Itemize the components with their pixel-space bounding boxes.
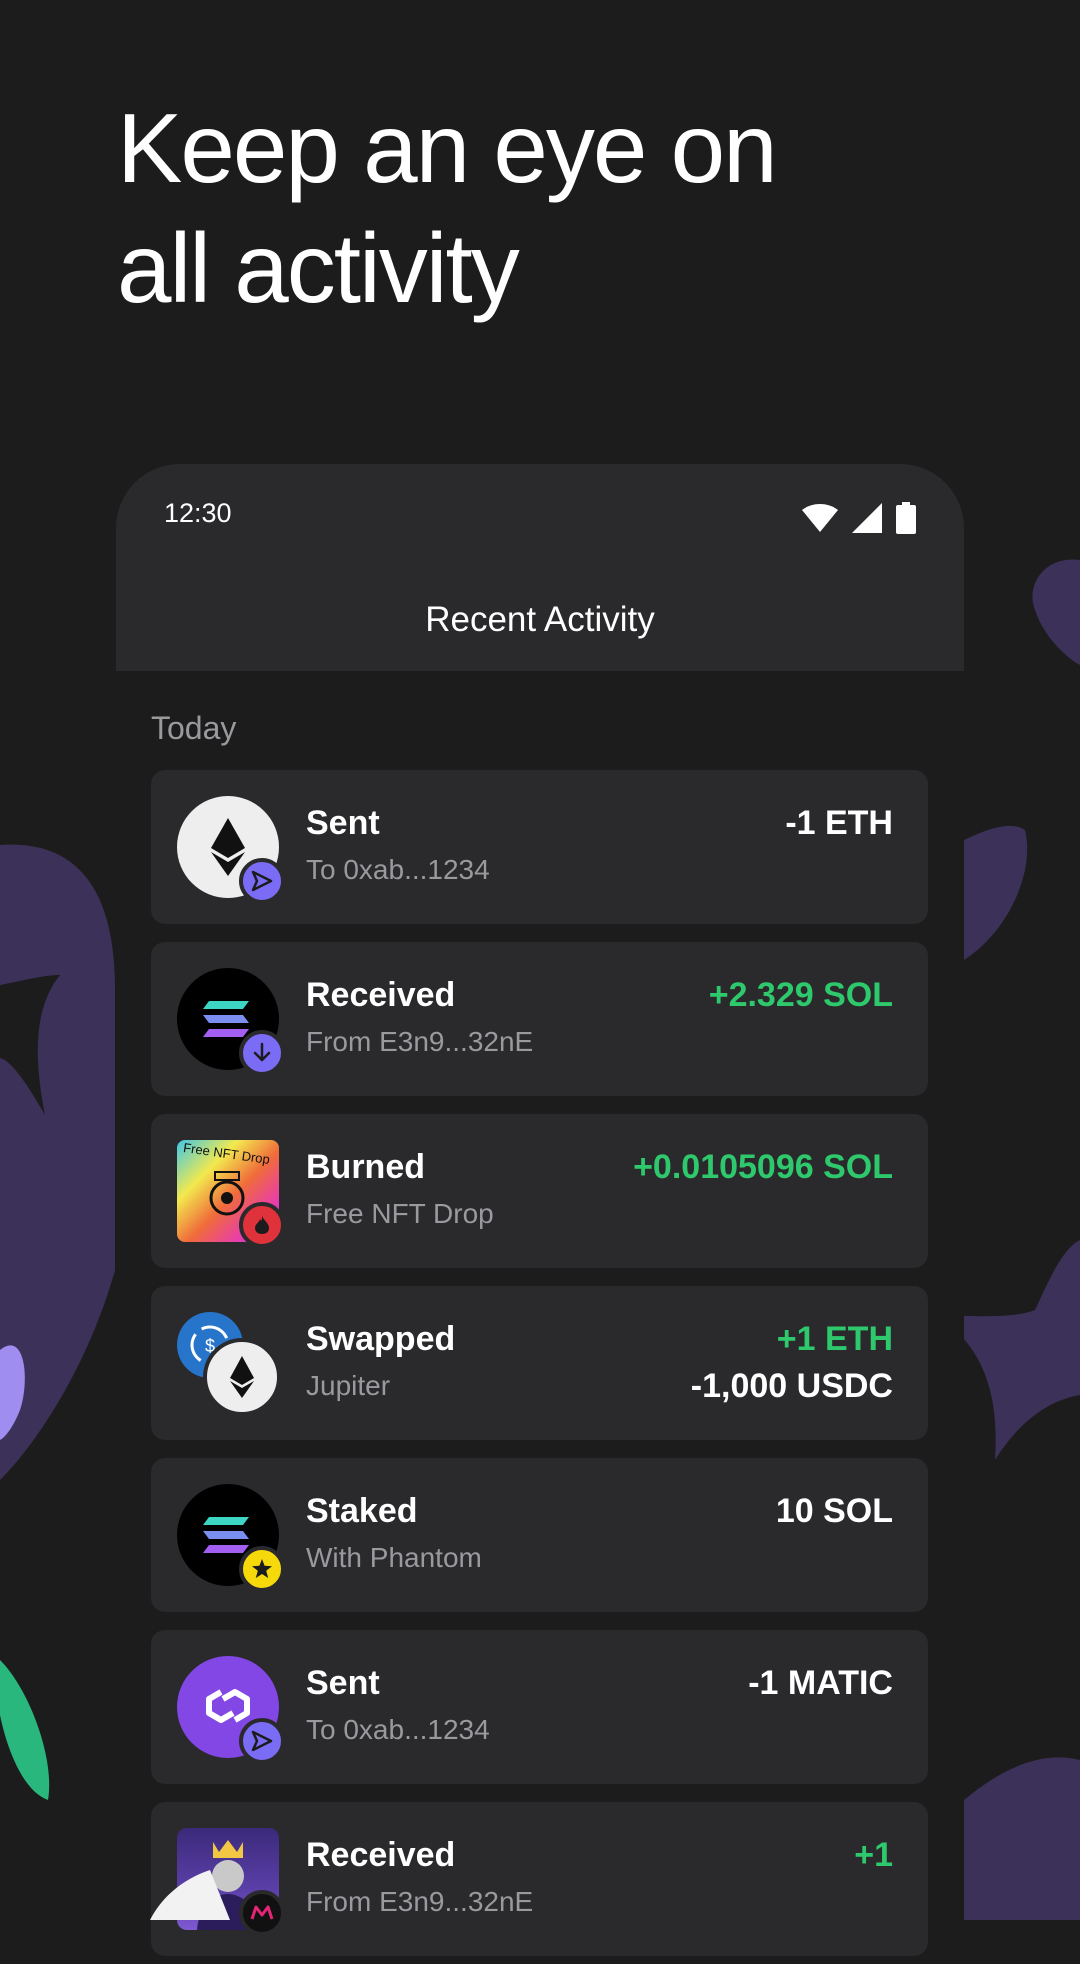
- signal-icon: [852, 503, 882, 533]
- activity-row[interactable]: Sent To 0xab...1234 -1 MATIC: [151, 1630, 928, 1784]
- activity-amount: +1: [854, 1836, 893, 1874]
- activity-subtitle: To 0xab...1234: [306, 1714, 490, 1745]
- activity-subtitle: To 0xab...1234: [306, 854, 490, 885]
- activity-title: Received: [306, 1836, 456, 1874]
- decorative-leaf: [150, 1870, 230, 1920]
- headline-line-1: Keep an eye on: [117, 93, 778, 203]
- activity-title: Sent: [306, 804, 380, 842]
- token-avatar: $: [177, 1312, 281, 1416]
- headline-line-2: all activity: [117, 213, 520, 323]
- activity-row[interactable]: Staked With Phantom 10 SOL: [151, 1458, 928, 1612]
- status-time: 12:30: [164, 498, 232, 528]
- activity-subtitle: Jupiter: [306, 1370, 391, 1401]
- activity-amount: 10 SOL: [775, 1492, 893, 1530]
- send-icon: [239, 858, 285, 904]
- activity-title: Burned: [306, 1148, 425, 1186]
- activity-amount: -1 ETH: [785, 804, 893, 842]
- activity-subtitle: From E3n9...32nE: [306, 1026, 534, 1057]
- activity-amount-secondary: -1,000 USDC: [690, 1367, 893, 1405]
- activity-list: Sent To 0xab...1234 -1 ETH Received From…: [151, 770, 928, 1964]
- activity-amount: -1 MATIC: [748, 1664, 893, 1702]
- activity-subtitle: Free NFT Drop: [306, 1198, 494, 1229]
- activity-subtitle: With Phantom: [306, 1542, 482, 1573]
- battery-icon: [896, 502, 916, 534]
- activity-amount: +1 ETH: [776, 1320, 893, 1358]
- activity-title: Received: [306, 976, 456, 1014]
- activity-amount: +0.0105096 SOL: [633, 1148, 893, 1186]
- app-header: 12:30 Recent Activity: [116, 464, 964, 671]
- status-icons: [802, 502, 916, 534]
- activity-amount: +2.329 SOL: [708, 976, 893, 1014]
- screen-title: Recent Activity: [425, 600, 655, 639]
- ethereum-icon: [203, 1338, 281, 1416]
- activity-row[interactable]: Received From E3n9...32nE +1: [151, 1802, 928, 1956]
- wifi-icon: [802, 504, 838, 532]
- activity-row[interactable]: Sent To 0xab...1234 -1 ETH: [151, 770, 928, 924]
- activity-row[interactable]: $ Swapped Jupiter +1 ETH -1,000 USDC: [151, 1286, 928, 1440]
- magic-eden-icon: [239, 1890, 285, 1936]
- activity-subtitle: From E3n9...32nE: [306, 1886, 534, 1917]
- token-avatar: [177, 1484, 285, 1592]
- fire-icon: [239, 1202, 285, 1248]
- activity-title: Sent: [306, 1664, 380, 1702]
- activity-title: Swapped: [306, 1320, 456, 1358]
- token-avatar: [177, 968, 285, 1076]
- receive-icon: [239, 1030, 285, 1076]
- headline: Keep an eye on all activity: [117, 88, 1017, 328]
- section-label-today: Today: [151, 710, 237, 746]
- activity-row[interactable]: Received From E3n9...32nE +2.329 SOL: [151, 942, 928, 1096]
- phone-frame: 12:30 Recent Activity Today Sent To 0xab…: [116, 464, 964, 1964]
- send-icon: [239, 1718, 285, 1764]
- token-avatar: Free NFT Drop: [177, 1140, 285, 1248]
- star-icon: [239, 1546, 285, 1592]
- activity-row[interactable]: Free NFT Drop Burned Free NFT Drop +0.01…: [151, 1114, 928, 1268]
- token-avatar: [177, 796, 285, 904]
- activity-title: Staked: [306, 1492, 418, 1530]
- token-avatar: [177, 1656, 285, 1764]
